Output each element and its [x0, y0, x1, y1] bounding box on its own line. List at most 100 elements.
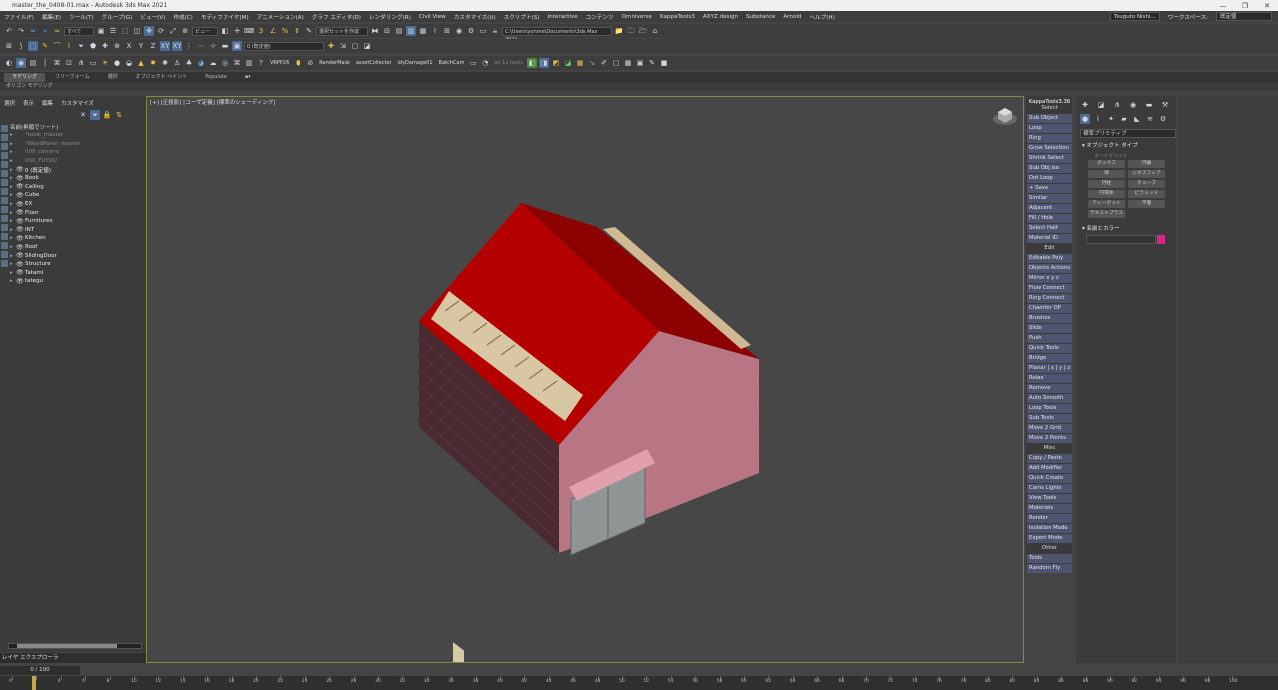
filter-hidden-icon[interactable] — [1, 224, 8, 231]
kappa-button[interactable]: Loop — [1027, 124, 1072, 134]
kappa-button[interactable]: Similar — [1027, 194, 1072, 204]
filter-extra-icon[interactable] — [1, 260, 8, 267]
paint-icon[interactable]: ✎ — [40, 41, 50, 51]
filter-shapes-icon[interactable] — [1, 134, 8, 141]
kappa-button[interactable]: Quick Tools — [1027, 344, 1072, 354]
array-icon[interactable]: ⋯ — [196, 41, 206, 51]
panel-tool-icon[interactable]: ▣ — [635, 58, 645, 68]
visibility-eye-icon[interactable]: 👁 — [16, 218, 25, 225]
new-layer-icon[interactable]: ✚ — [326, 41, 336, 51]
visibility-eye-icon[interactable]: 👁 — [16, 261, 25, 268]
spinner-snap-icon[interactable]: ⇕ — [292, 26, 302, 36]
filter-cameras-icon[interactable] — [1, 152, 8, 159]
filter-spacewarps-icon[interactable] — [1, 170, 8, 177]
primitive-button[interactable]: 球 — [1088, 170, 1125, 178]
batchcam-button[interactable]: BatchCam — [437, 60, 467, 66]
tab-selection[interactable]: 選択 — [100, 73, 126, 82]
assetcollector-button[interactable]: assetCollector — [354, 60, 394, 66]
layer-row[interactable]: ▸ 👁 0 (既定値) — [10, 165, 144, 174]
rect-selection-icon[interactable]: ⬚ — [120, 26, 130, 36]
particle-icon[interactable]: ✺ — [160, 58, 170, 68]
filter-none-icon[interactable] — [1, 242, 8, 249]
unlink-icon[interactable]: ⌁ — [40, 26, 50, 36]
rendermask-button[interactable]: RenderMask — [317, 60, 352, 66]
menu-group[interactable]: グループ(G) — [98, 13, 137, 21]
house-model[interactable] — [147, 97, 1024, 663]
menu-axyz[interactable]: AXYZ design — [699, 14, 742, 20]
menu-rendering[interactable]: レンダリング(R) — [365, 13, 415, 21]
selection-filter-dropdown[interactable]: すべて — [64, 26, 94, 36]
plane-icon[interactable]: ▭ — [88, 58, 98, 68]
shapes-icon[interactable]: ⌇ — [1093, 114, 1103, 124]
layer-explorer-label[interactable]: レイヤ エクスプローラ — [2, 655, 58, 661]
set-current-layer-icon[interactable]: ◪ — [362, 41, 372, 51]
cloud-icon[interactable]: ☁ — [208, 58, 218, 68]
primitive-button[interactable]: 円環体 — [1088, 190, 1125, 198]
mirror-icon[interactable]: ⧓ — [370, 26, 380, 36]
hierarchy-tab-icon[interactable]: ⋔ — [1112, 100, 1122, 110]
filter-groups-icon[interactable] — [1, 179, 8, 186]
kappa-button[interactable]: Tools — [1027, 554, 1072, 564]
tree-icon[interactable]: ♣ — [184, 58, 194, 68]
sync-icon[interactable]: ⇅ — [114, 110, 124, 120]
clear-icon[interactable]: ⊘ — [305, 58, 315, 68]
kappa-button[interactable]: Ring — [1027, 134, 1072, 144]
layer-dropdown[interactable]: 0 (既定値) — [244, 41, 324, 51]
explorer-menu-edit[interactable]: 編集 — [42, 99, 53, 107]
layer-row[interactable]: ▸ 👁 Floor — [10, 208, 144, 217]
kappa-button[interactable]: Materials — [1027, 504, 1072, 514]
menu-view[interactable]: ビュー(V) — [136, 13, 169, 21]
scene-tools-icon[interactable]: ⌘ — [52, 58, 62, 68]
question-icon[interactable]: ? — [256, 58, 266, 68]
kappa-button[interactable]: Sub Obj.Iso — [1027, 164, 1072, 174]
z-axis-icon[interactable]: Z — [148, 41, 158, 51]
save-folder-icon[interactable]: 🗁 — [638, 26, 648, 36]
funnel-icon[interactable]: ⏷ — [76, 41, 86, 51]
primitive-button[interactable]: ボックス — [1088, 160, 1125, 168]
clock-icon[interactable]: ◔ — [480, 58, 490, 68]
menu-interactive[interactable]: Interactive — [544, 14, 582, 20]
layer-row[interactable]: ▸ 👁 Roof — [10, 243, 144, 252]
bin-icon[interactable]: ▥ — [244, 58, 254, 68]
edit-named-selection-icon[interactable]: ✎ — [304, 26, 314, 36]
visibility-eye-icon[interactable]: 👁 — [16, 235, 25, 242]
layer-row[interactable]: ▸ *WoodPanel_master — [10, 140, 144, 149]
layer-row[interactable]: ▸ 👁 Book — [10, 174, 144, 183]
shape-icon[interactable]: ⬟ — [88, 41, 98, 51]
open-folder-icon[interactable]: 🗀 — [626, 26, 636, 36]
maximize-button[interactable]: ❐ — [1234, 2, 1256, 10]
kappa-button[interactable]: Ring Connect — [1027, 294, 1072, 304]
kappa-button[interactable]: Sub Tools — [1027, 414, 1072, 424]
filter-helpers-icon[interactable] — [1, 161, 8, 168]
filter-geometry-icon[interactable] — [1, 125, 8, 132]
select-manipulate-icon[interactable]: ✛ — [232, 26, 242, 36]
save-icon[interactable]: ▤ — [28, 58, 38, 68]
kappa-button[interactable]: Remove — [1027, 384, 1072, 394]
kappa-button[interactable]: Quick Create — [1027, 474, 1072, 484]
menu-civil-view[interactable]: Civil View — [415, 14, 450, 20]
explorer-column-header[interactable]: 名前(昇順でソート) — [10, 123, 58, 131]
blue-render-icon[interactable]: ◨ — [539, 58, 550, 68]
axis-constraint-icon[interactable]: ⊕ — [112, 41, 122, 51]
layer-row[interactable]: ▸ 👁 Tatami — [10, 269, 144, 278]
ribbon-panel-label[interactable]: ポリゴン モデリング — [0, 82, 1278, 91]
lasso-icon[interactable]: ⟆ — [16, 41, 26, 51]
explorer-menu-select[interactable]: 選択 — [4, 99, 15, 107]
placement-icon[interactable]: ⊕ — [180, 26, 190, 36]
display-tab-icon[interactable]: ▬ — [1144, 100, 1154, 110]
keyboard-shortcut-icon[interactable]: ⌨ — [244, 26, 254, 36]
kappa-button[interactable]: Shrink Select — [1027, 154, 1072, 164]
motion-tab-icon[interactable]: ◉ — [1128, 100, 1138, 110]
render-icon[interactable]: ☕ — [490, 26, 500, 36]
rotate-icon[interactable]: ⟳ — [156, 26, 166, 36]
green-render-icon[interactable]: ◧ — [527, 58, 538, 68]
user-account[interactable]: Tsuguto Nishi... — [1109, 12, 1160, 21]
undo-icon[interactable]: ↶ — [4, 26, 14, 36]
select-region-icon[interactable]: ⬚ — [28, 41, 38, 51]
kappa-button[interactable]: Push — [1027, 334, 1072, 344]
kappa-button[interactable]: Add Modifier — [1027, 464, 1072, 474]
ribbon-options-icon[interactable]: ▪▾ — [237, 73, 259, 82]
move-icon[interactable]: ✥ — [144, 26, 154, 36]
menu-tools[interactable]: ツール(T) — [65, 13, 98, 21]
kappa-button[interactable]: Bridge — [1027, 354, 1072, 364]
